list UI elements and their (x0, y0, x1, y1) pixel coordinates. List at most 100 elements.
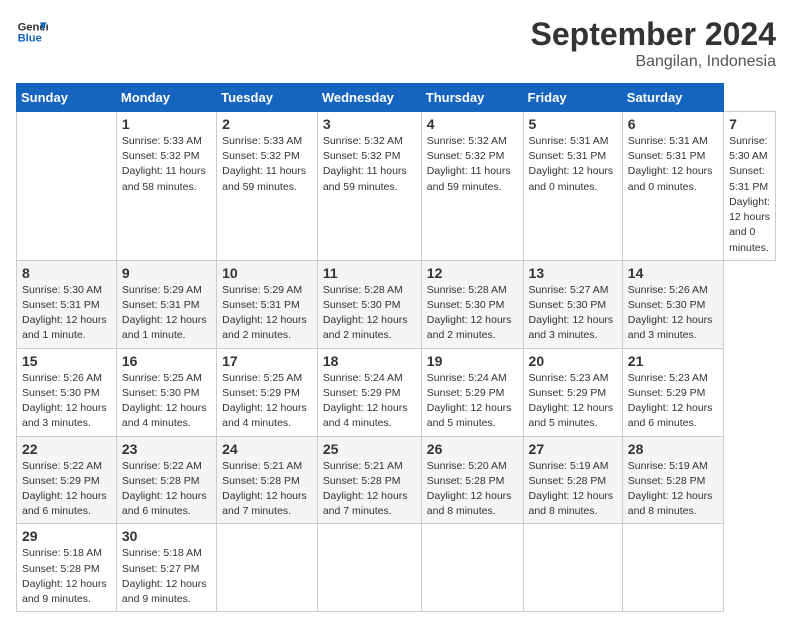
calendar-header-row: SundayMondayTuesdayWednesdayThursdayFrid… (17, 84, 776, 112)
day-info: Sunrise: 5:28 AMSunset: 5:30 PMDaylight:… (427, 283, 518, 344)
calendar-day-cell: 2 Sunrise: 5:33 AMSunset: 5:32 PMDaylight… (217, 112, 318, 261)
header-day-saturday: Saturday (622, 84, 723, 112)
calendar-day-cell: 9 Sunrise: 5:29 AMSunset: 5:31 PMDaylight… (116, 260, 216, 348)
calendar-day-cell: 30 Sunrise: 5:18 AMSunset: 5:27 PMDayligh… (116, 524, 216, 612)
day-number: 23 (122, 441, 211, 457)
calendar-day-cell: 8Sunrise: 5:30 AMSunset: 5:31 PMDaylight… (17, 260, 117, 348)
header: General Blue September 2024 Bangilan, In… (16, 16, 776, 71)
day-info: Sunrise: 5:23 AMSunset: 5:29 PMDaylight:… (628, 371, 718, 432)
calendar-day-cell: 6 Sunrise: 5:31 AMSunset: 5:31 PMDaylight… (622, 112, 723, 261)
day-info: Sunrise: 5:22 AMSunset: 5:29 PMDaylight:… (22, 459, 111, 520)
calendar-day-cell: 3 Sunrise: 5:32 AMSunset: 5:32 PMDaylight… (317, 112, 421, 261)
day-info: Sunrise: 5:24 AMSunset: 5:29 PMDaylight:… (323, 371, 416, 432)
day-number: 24 (222, 441, 312, 457)
day-number: 19 (427, 353, 518, 369)
calendar-week-row: 29Sunrise: 5:18 AMSunset: 5:28 PMDayligh… (17, 524, 776, 612)
day-number: 12 (427, 265, 518, 281)
day-number: 22 (22, 441, 111, 457)
day-info: Sunrise: 5:30 AMSunset: 5:31 PMDaylight:… (729, 134, 770, 256)
logo-icon: General Blue (16, 16, 48, 48)
day-info: Sunrise: 5:18 AMSunset: 5:28 PMDaylight:… (22, 546, 111, 607)
day-number: 13 (529, 265, 617, 281)
calendar-day-cell: 23 Sunrise: 5:22 AMSunset: 5:28 PMDayligh… (116, 436, 216, 524)
day-info: Sunrise: 5:24 AMSunset: 5:29 PMDaylight:… (427, 371, 518, 432)
day-info: Sunrise: 5:25 AMSunset: 5:29 PMDaylight:… (222, 371, 312, 432)
calendar-day-cell: 12 Sunrise: 5:28 AMSunset: 5:30 PMDayligh… (421, 260, 523, 348)
empty-cell (317, 524, 421, 612)
day-number: 25 (323, 441, 416, 457)
day-number: 7 (729, 116, 770, 132)
day-number: 28 (628, 441, 718, 457)
day-info: Sunrise: 5:23 AMSunset: 5:29 PMDaylight:… (529, 371, 617, 432)
day-info: Sunrise: 5:33 AMSunset: 5:32 PMDaylight:… (222, 134, 312, 195)
day-info: Sunrise: 5:31 AMSunset: 5:31 PMDaylight:… (628, 134, 718, 195)
calendar-day-cell: 27Sunrise: 5:19 AMSunset: 5:28 PMDayligh… (523, 436, 622, 524)
day-number: 14 (628, 265, 718, 281)
calendar-week-row: 8Sunrise: 5:30 AMSunset: 5:31 PMDaylight… (17, 260, 776, 348)
calendar-day-cell: 14 Sunrise: 5:26 AMSunset: 5:30 PMDayligh… (622, 260, 723, 348)
calendar-day-cell: 17Sunrise: 5:25 AMSunset: 5:29 PMDayligh… (217, 348, 318, 436)
day-info: Sunrise: 5:25 AMSunset: 5:30 PMDaylight:… (122, 371, 211, 432)
svg-text:Blue: Blue (18, 33, 42, 45)
header-day-sunday: Sunday (17, 84, 117, 112)
day-number: 30 (122, 528, 211, 544)
day-info: Sunrise: 5:26 AMSunset: 5:30 PMDaylight:… (628, 283, 718, 344)
day-info: Sunrise: 5:19 AMSunset: 5:28 PMDaylight:… (529, 459, 617, 520)
day-info: Sunrise: 5:30 AMSunset: 5:31 PMDaylight:… (22, 283, 111, 344)
day-info: Sunrise: 5:32 AMSunset: 5:32 PMDaylight:… (427, 134, 518, 195)
empty-cell (217, 524, 318, 612)
calendar-week-row: 22 Sunrise: 5:22 AMSunset: 5:29 PMDayligh… (17, 436, 776, 524)
day-info: Sunrise: 5:26 AMSunset: 5:30 PMDaylight:… (22, 371, 111, 432)
calendar-week-row: 15 Sunrise: 5:26 AMSunset: 5:30 PMDayligh… (17, 348, 776, 436)
calendar-day-cell: 7 Sunrise: 5:30 AMSunset: 5:31 PMDaylight… (724, 112, 776, 261)
calendar-day-cell: 5 Sunrise: 5:31 AMSunset: 5:31 PMDaylight… (523, 112, 622, 261)
calendar-day-cell: 24 Sunrise: 5:21 AMSunset: 5:28 PMDayligh… (217, 436, 318, 524)
calendar-table: SundayMondayTuesdayWednesdayThursdayFrid… (16, 83, 776, 612)
calendar-day-cell: 21 Sunrise: 5:23 AMSunset: 5:29 PMDayligh… (622, 348, 723, 436)
empty-cell (421, 524, 523, 612)
day-info: Sunrise: 5:33 AMSunset: 5:32 PMDaylight:… (122, 134, 211, 195)
calendar-day-cell: 4Sunrise: 5:32 AMSunset: 5:32 PMDaylight… (421, 112, 523, 261)
day-info: Sunrise: 5:29 AMSunset: 5:31 PMDaylight:… (122, 283, 211, 344)
calendar-day-cell: 1Sunrise: 5:33 AMSunset: 5:32 PMDaylight… (116, 112, 216, 261)
calendar-day-cell: 16Sunrise: 5:25 AMSunset: 5:30 PMDayligh… (116, 348, 216, 436)
day-number: 26 (427, 441, 518, 457)
location: Bangilan, Indonesia (531, 53, 776, 71)
calendar-day-cell: 19 Sunrise: 5:24 AMSunset: 5:29 PMDayligh… (421, 348, 523, 436)
day-number: 11 (323, 265, 416, 281)
day-number: 3 (323, 116, 416, 132)
day-info: Sunrise: 5:27 AMSunset: 5:30 PMDaylight:… (529, 283, 617, 344)
day-number: 18 (323, 353, 416, 369)
calendar-day-cell: 10 Sunrise: 5:29 AMSunset: 5:31 PMDayligh… (217, 260, 318, 348)
day-number: 9 (122, 265, 211, 281)
day-number: 10 (222, 265, 312, 281)
empty-cell (17, 112, 117, 261)
calendar-day-cell: 15 Sunrise: 5:26 AMSunset: 5:30 PMDayligh… (17, 348, 117, 436)
calendar-day-cell: 18 Sunrise: 5:24 AMSunset: 5:29 PMDayligh… (317, 348, 421, 436)
day-info: Sunrise: 5:28 AMSunset: 5:30 PMDaylight:… (323, 283, 416, 344)
calendar-day-cell: 29Sunrise: 5:18 AMSunset: 5:28 PMDayligh… (17, 524, 117, 612)
day-info: Sunrise: 5:19 AMSunset: 5:28 PMDaylight:… (628, 459, 718, 520)
calendar-day-cell: 20 Sunrise: 5:23 AMSunset: 5:29 PMDayligh… (523, 348, 622, 436)
day-info: Sunrise: 5:32 AMSunset: 5:32 PMDaylight:… (323, 134, 416, 195)
day-info: Sunrise: 5:18 AMSunset: 5:27 PMDaylight:… (122, 546, 211, 607)
day-number: 15 (22, 353, 111, 369)
logo: General Blue (16, 16, 48, 48)
empty-cell (622, 524, 723, 612)
header-day-thursday: Thursday (421, 84, 523, 112)
day-info: Sunrise: 5:22 AMSunset: 5:28 PMDaylight:… (122, 459, 211, 520)
day-number: 6 (628, 116, 718, 132)
day-info: Sunrise: 5:20 AMSunset: 5:28 PMDaylight:… (427, 459, 518, 520)
day-info: Sunrise: 5:29 AMSunset: 5:31 PMDaylight:… (222, 283, 312, 344)
day-info: Sunrise: 5:31 AMSunset: 5:31 PMDaylight:… (529, 134, 617, 195)
title-area: September 2024 Bangilan, Indonesia (531, 16, 776, 71)
day-number: 20 (529, 353, 617, 369)
calendar-day-cell: 22 Sunrise: 5:22 AMSunset: 5:29 PMDayligh… (17, 436, 117, 524)
day-number: 2 (222, 116, 312, 132)
header-day-tuesday: Tuesday (217, 84, 318, 112)
day-number: 5 (529, 116, 617, 132)
header-day-wednesday: Wednesday (317, 84, 421, 112)
header-day-friday: Friday (523, 84, 622, 112)
day-info: Sunrise: 5:21 AMSunset: 5:28 PMDaylight:… (222, 459, 312, 520)
day-number: 21 (628, 353, 718, 369)
